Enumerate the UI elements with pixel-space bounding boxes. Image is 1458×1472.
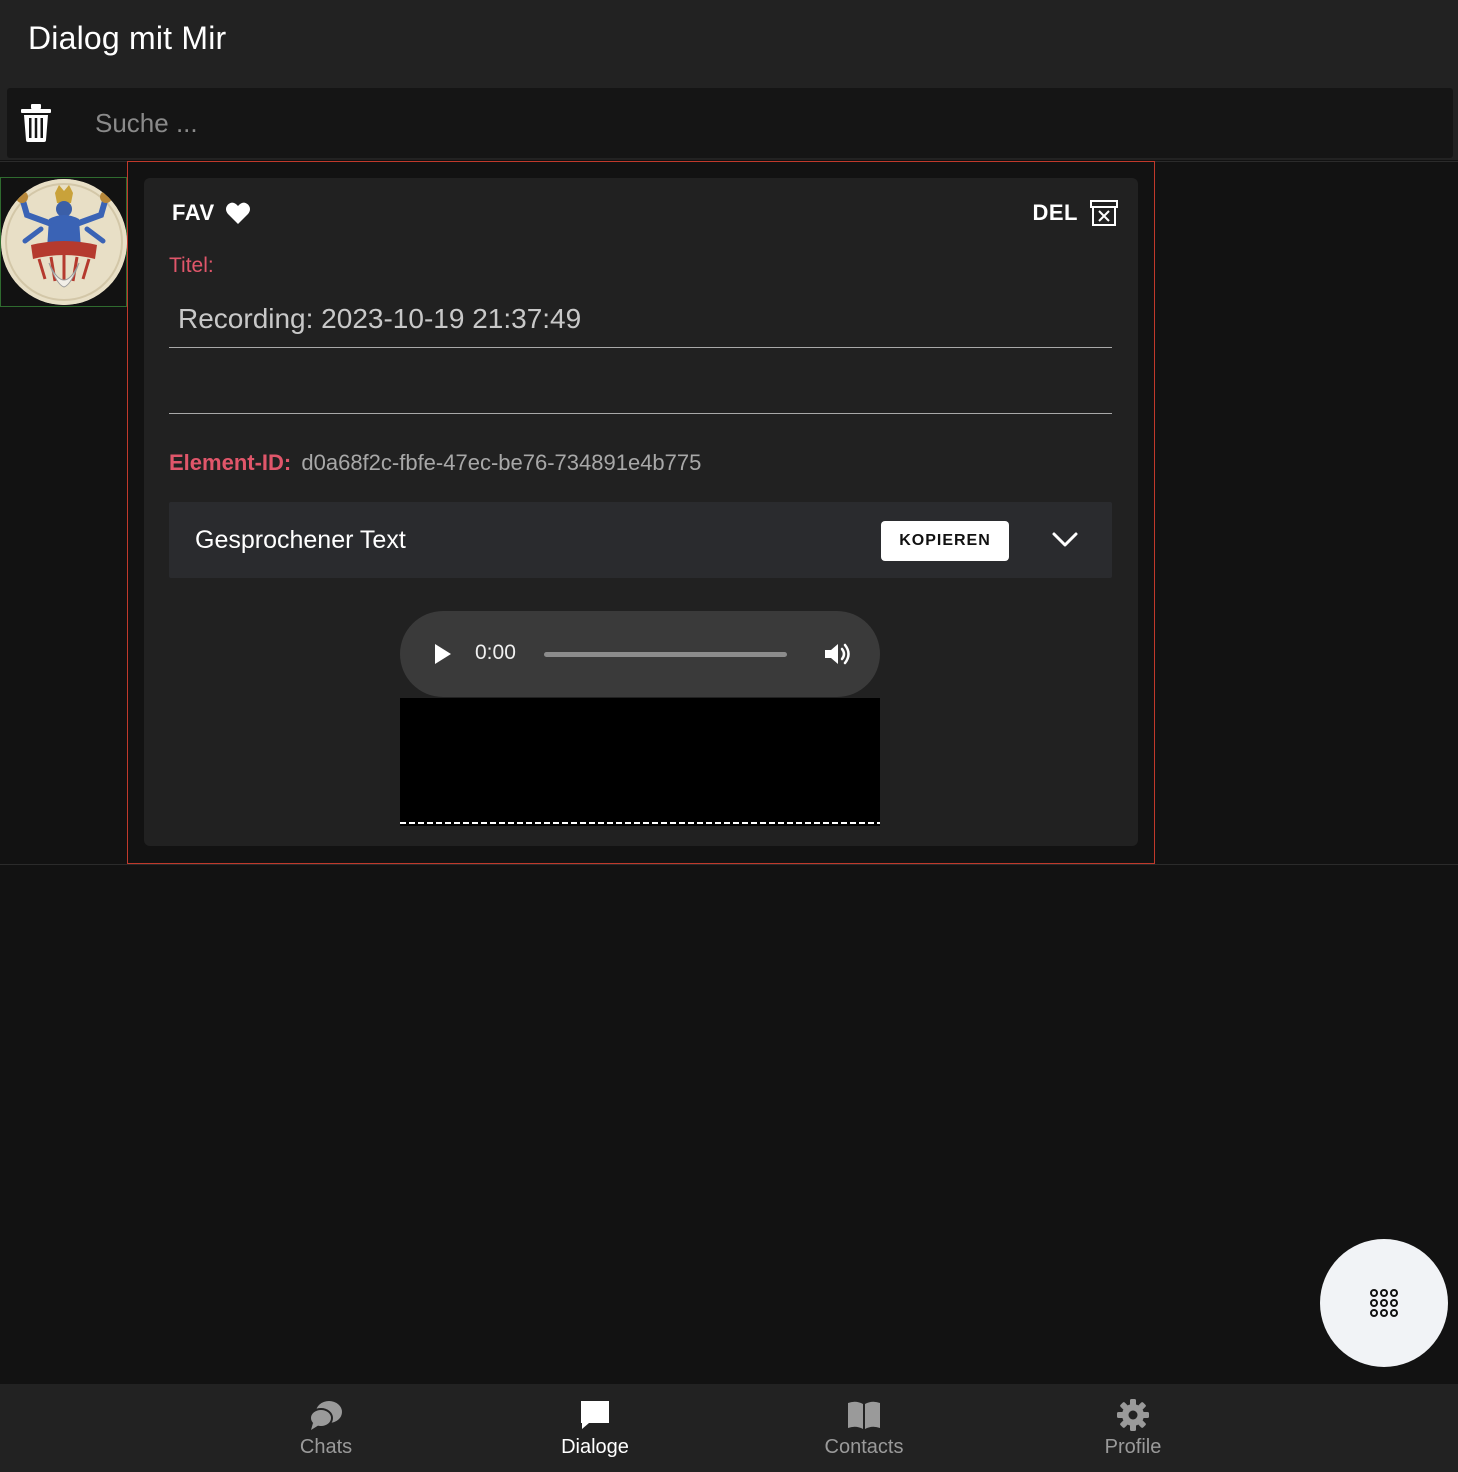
trash-button[interactable] (21, 104, 51, 142)
avatar-image (1, 179, 127, 305)
play-icon[interactable] (430, 641, 454, 667)
nav-label-profile: Profile (1104, 1436, 1162, 1458)
fav-button[interactable]: FAV (172, 200, 251, 226)
nav-item-contacts[interactable]: Contacts (784, 1384, 944, 1472)
app-header: Dialog mit Mir (0, 0, 1458, 160)
bottom-nav: Chats Dialoge Contacts Profile (0, 1384, 1458, 1472)
spoken-text-accordion[interactable]: Gesprochener Text KOPIEREN (169, 502, 1112, 578)
grid-dots-icon (1370, 1289, 1398, 1317)
page-title: Dialog mit Mir (28, 20, 227, 56)
audio-progress-bar[interactable] (544, 652, 787, 657)
volume-icon[interactable] (822, 639, 852, 669)
waveform-display (400, 698, 880, 826)
element-id-value: d0a68f2c-fbfe-47ec-be76-734891e4b775 (301, 450, 702, 475)
search-bar (7, 88, 1453, 158)
avatar-frame (0, 177, 127, 307)
search-input[interactable] (95, 98, 1395, 148)
fav-label: FAV (172, 200, 215, 225)
nav-item-dialoge[interactable]: Dialoge (515, 1384, 675, 1472)
dialog-item: FAV DEL Titel: Element-ID: d0a68f2c-fbfe… (127, 161, 1155, 864)
accordion-title: Gesprochener Text (195, 526, 406, 554)
nav-item-chats[interactable]: Chats (246, 1384, 406, 1472)
nav-item-profile[interactable]: Profile (1053, 1384, 1213, 1472)
dialoge-icon (581, 1401, 609, 1429)
list-divider (0, 864, 1458, 865)
app: Dialog mit Mir Suche ... FAV DEL Titel: … (0, 0, 1458, 1472)
del-label: DEL (1032, 200, 1078, 225)
nav-label-dialoge: Dialoge (561, 1436, 629, 1458)
archive-delete-icon (1090, 200, 1118, 226)
nav-label-contacts: Contacts (824, 1436, 904, 1458)
delete-button[interactable]: DEL (1032, 200, 1118, 226)
waveform-baseline (400, 822, 880, 824)
gear-icon (1117, 1399, 1149, 1431)
contacts-icon (848, 1401, 880, 1429)
title-label: Titel: (169, 254, 214, 277)
trash-icon (21, 104, 51, 142)
apps-fab-button[interactable] (1320, 1239, 1448, 1367)
description-field[interactable] (169, 358, 1112, 414)
audio-time: 0:00 (475, 641, 516, 664)
element-id-label: Element-ID: (169, 450, 292, 475)
audio-player: 0:00 (400, 611, 880, 697)
copy-button[interactable]: KOPIEREN (881, 521, 1009, 561)
chevron-down-icon[interactable] (1051, 528, 1079, 552)
avatar[interactable] (1, 179, 127, 305)
dialog-card: FAV DEL Titel: Element-ID: d0a68f2c-fbfe… (144, 178, 1138, 846)
title-field[interactable] (169, 290, 1112, 348)
element-id: Element-ID: d0a68f2c-fbfe-47ec-be76-7348… (169, 450, 701, 476)
nav-label-chats: Chats (299, 1436, 353, 1458)
heart-icon (225, 202, 250, 224)
chats-icon (309, 1401, 342, 1430)
